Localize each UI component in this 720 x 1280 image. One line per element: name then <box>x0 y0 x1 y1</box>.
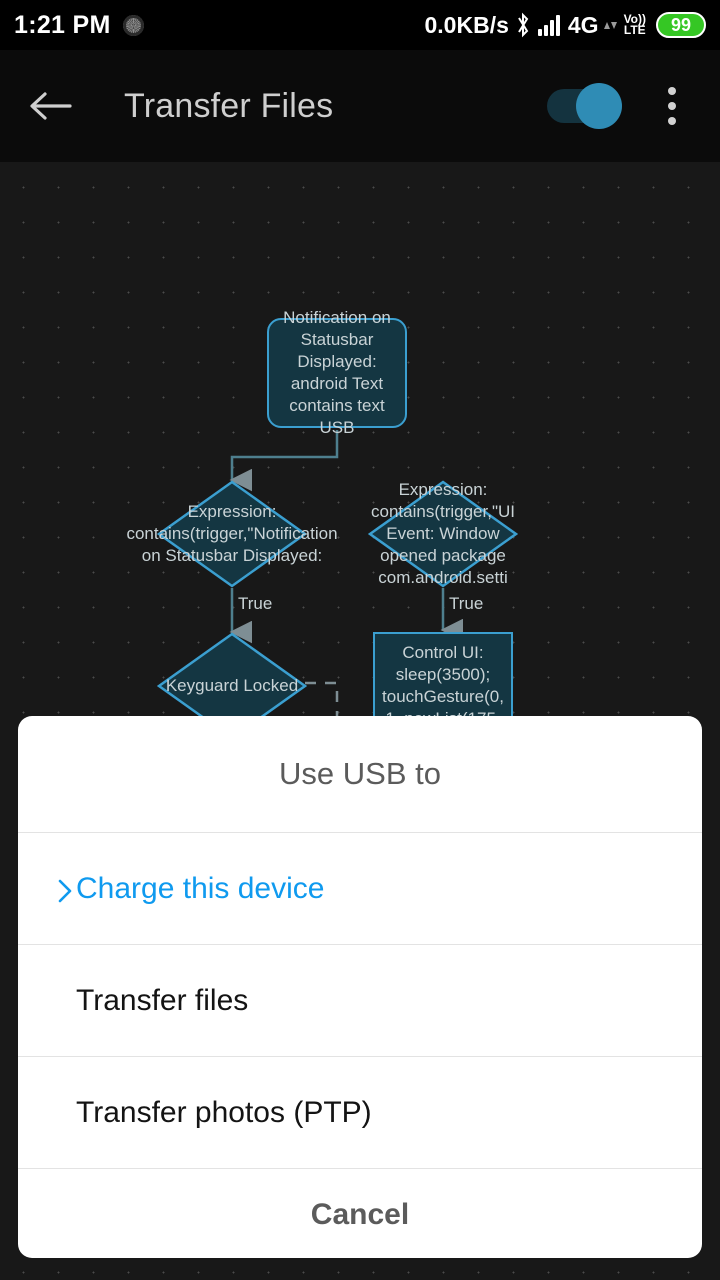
chevron-right-icon <box>58 877 72 902</box>
network-speed-text: 0.0KB/s <box>424 11 509 38</box>
cancel-button[interactable]: Cancel <box>18 1169 702 1258</box>
edge-label-true-right: True <box>449 594 484 613</box>
dialog-option-label: Charge this device <box>76 871 325 905</box>
status-bar: 1:21 PM 0.0KB/s 4G Vo)) LTE 99 <box>0 0 720 50</box>
data-transfer-arrows-icon <box>603 18 617 32</box>
volte-icon: Vo)) LTE <box>623 13 646 37</box>
toggle-thumb <box>576 83 622 129</box>
flow-node-text: Notification on Statusbar Displayed: and… <box>283 308 391 437</box>
status-clock: 1:21 PM <box>14 10 111 39</box>
loading-spinner-icon <box>122 14 144 36</box>
dialog-option-charge-this-device[interactable]: Charge this device <box>18 833 702 944</box>
edge-label-true-left: True <box>238 594 273 613</box>
flow-node-trigger-notification[interactable]: Notification on Statusbar Displayed: and… <box>267 308 407 437</box>
page-title: Transfer Files <box>124 86 334 125</box>
volte-line-2: LTE <box>623 23 646 37</box>
phone-screen: 1:21 PM 0.0KB/s 4G Vo)) LTE 99 Transfer … <box>0 0 720 1280</box>
back-arrow-icon[interactable] <box>24 80 76 132</box>
dialog-option-label: Transfer photos (PTP) <box>76 1095 372 1129</box>
battery-indicator: 99 <box>656 12 706 38</box>
usb-options-dialog: Use USB to Charge this device Transfer f… <box>18 716 702 1258</box>
enable-task-toggle[interactable] <box>547 83 622 129</box>
status-icons: 0.0KB/s 4G Vo)) LTE 99 <box>424 11 706 39</box>
dialog-option-transfer-photos-ptp[interactable]: Transfer photos (PTP) <box>18 1057 702 1168</box>
network-type-text: 4G <box>567 11 599 38</box>
app-bar: Transfer Files <box>0 50 720 162</box>
dialog-option-transfer-files[interactable]: Transfer files <box>18 945 702 1056</box>
flow-node-expression-notification[interactable] <box>157 480 307 588</box>
bluetooth-icon <box>516 12 531 38</box>
dialog-option-label: Transfer files <box>76 983 249 1017</box>
flow-node-expression-uievent[interactable] <box>368 480 518 588</box>
dialog-title: Use USB to <box>279 756 441 791</box>
overflow-menu-icon[interactable] <box>648 80 696 132</box>
signal-bars-icon <box>537 14 560 36</box>
